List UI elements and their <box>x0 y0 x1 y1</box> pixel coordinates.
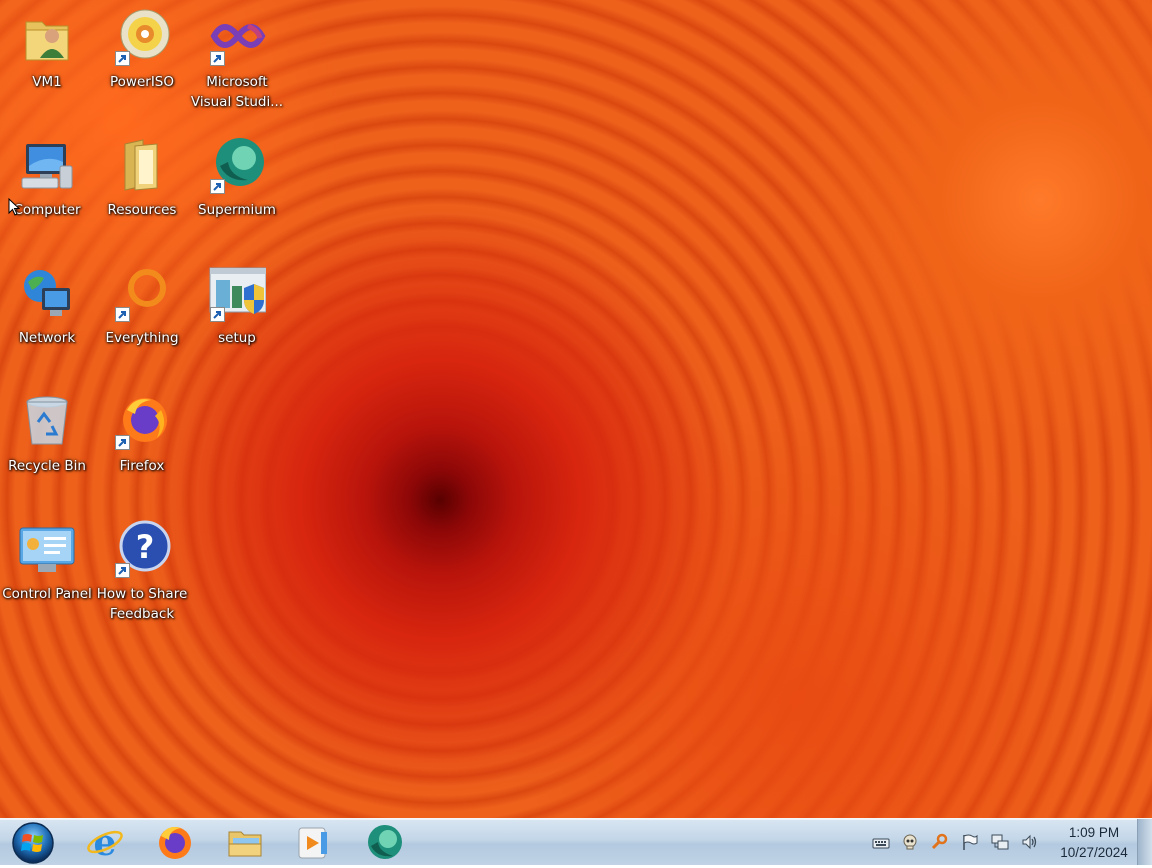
windows-orb-icon <box>12 822 54 864</box>
firefox-icon <box>159 827 191 859</box>
desktop-icon-recycle-bin[interactable]: Recycle Bin <box>0 386 94 504</box>
svg-text:?: ? <box>136 528 155 566</box>
supermium-icon <box>368 825 402 859</box>
media-player-icon <box>298 827 327 859</box>
internet-explorer-icon: e <box>87 822 123 862</box>
desktop-icon-label: Microsoft Visual Studi... <box>190 74 284 110</box>
desktop-icon-how-to-share-feedback[interactable]: ? How to Share Feedback <box>95 514 189 632</box>
shortcut-arrow-icon <box>115 307 130 322</box>
user-folder-icon <box>18 8 76 66</box>
desktop-icon-control-panel[interactable]: Control Panel <box>0 514 94 632</box>
disc-icon <box>113 8 171 66</box>
computer-icon <box>18 136 76 194</box>
network-icon <box>18 264 76 322</box>
shortcut-arrow-icon <box>115 51 130 66</box>
file-explorer-icon <box>228 831 262 857</box>
shortcut-arrow-icon <box>210 307 225 322</box>
installer-icon <box>208 264 266 322</box>
start-button[interactable] <box>10 820 56 864</box>
desktop-icon-computer[interactable]: Computer <box>0 130 94 248</box>
desktop-icon-everything[interactable]: Everything <box>95 258 189 376</box>
skull-icon[interactable] <box>901 833 919 851</box>
desktop-icon-label: setup <box>218 330 256 346</box>
supermium-icon <box>208 136 266 194</box>
desktop-icon-firefox[interactable]: Firefox <box>95 386 189 504</box>
desktop-icon-label: Firefox <box>119 458 165 474</box>
desktop-icon-visual-studio[interactable]: Microsoft Visual Studi... <box>190 2 284 120</box>
desktop-icon-poweriso[interactable]: PowerISO <box>95 2 189 120</box>
taskbar: e 1:09 PM 10/27/2024 <box>0 818 1152 865</box>
keyboard-icon[interactable] <box>872 833 890 851</box>
desktop-icon-label: Everything <box>105 330 179 346</box>
desktop-icon-network[interactable]: Network <box>0 258 94 376</box>
firefox-icon <box>113 392 171 450</box>
network-status-icon[interactable] <box>991 833 1009 851</box>
desktop-icon-label: How to Share Feedback <box>96 586 188 622</box>
desktop-icon-setup[interactable]: setup <box>190 258 284 376</box>
shortcut-arrow-icon <box>210 179 225 194</box>
desktop-icon-supermium[interactable]: Supermium <box>190 130 284 248</box>
folder-icon <box>113 136 171 194</box>
shortcut-arrow-icon <box>210 51 225 66</box>
desktop-icon-vm1[interactable]: VM1 <box>0 2 94 120</box>
svg-text:e: e <box>94 822 117 862</box>
visual-studio-icon <box>208 8 266 66</box>
control-panel-icon <box>18 520 76 578</box>
volume-icon[interactable] <box>1021 833 1039 851</box>
taskbar-firefox[interactable] <box>146 822 204 862</box>
desktop-icon-label: Resources <box>107 202 177 218</box>
action-center-flag-icon[interactable] <box>961 833 979 851</box>
desktop[interactable]: VM1 Computer Network Recycle Bin Control… <box>0 0 1152 818</box>
desktop-icon-label: Network <box>18 330 76 346</box>
help-icon: ? <box>113 520 171 578</box>
shortcut-arrow-icon <box>115 563 130 578</box>
system-tray <box>864 819 1044 865</box>
desktop-icon-label: PowerISO <box>110 74 174 90</box>
taskbar-file-explorer[interactable] <box>216 822 274 862</box>
shortcut-arrow-icon <box>115 435 130 450</box>
show-desktop-button[interactable] <box>1137 819 1152 865</box>
desktop-icon-label: Recycle Bin <box>8 458 86 474</box>
search-ring-icon <box>113 264 171 322</box>
taskbar-clock[interactable]: 1:09 PM 10/27/2024 <box>1048 823 1140 863</box>
taskbar-media-player[interactable] <box>284 822 342 862</box>
mouse-pointer-icon <box>8 198 20 216</box>
taskbar-internet-explorer[interactable]: e <box>76 822 134 862</box>
recycle-bin-icon <box>18 392 76 450</box>
desktop-icon-label: Supermium <box>198 202 276 218</box>
clock-date: 10/27/2024 <box>1060 845 1128 860</box>
desktop-icon-label: VM1 <box>32 74 62 90</box>
key-search-icon[interactable] <box>931 833 949 851</box>
clock-time: 1:09 PM <box>1068 825 1120 840</box>
desktop-icon-resources[interactable]: Resources <box>95 130 189 248</box>
desktop-icon-label: Control Panel <box>2 586 92 602</box>
taskbar-supermium[interactable] <box>356 822 414 862</box>
